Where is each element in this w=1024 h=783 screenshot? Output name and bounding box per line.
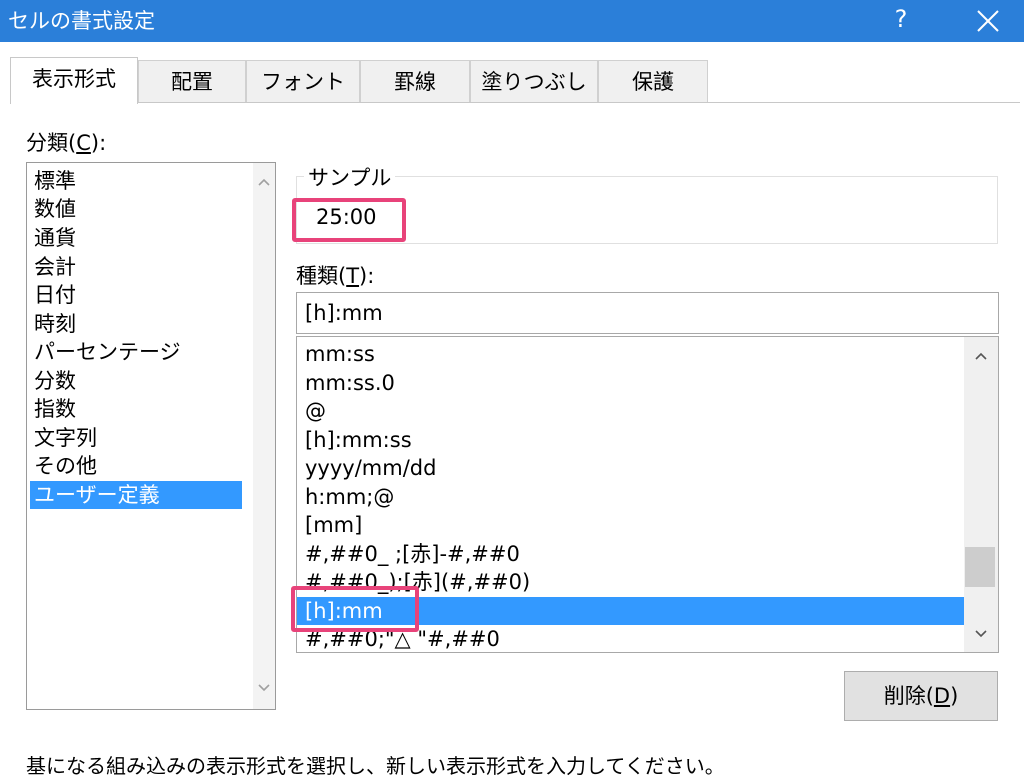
type-item[interactable]: @ (297, 397, 965, 425)
category-item-special[interactable]: その他 (30, 452, 242, 480)
sample-highlight (292, 198, 406, 242)
type-label: 種類(T): (296, 264, 375, 288)
sample-legend: サンプル (304, 162, 396, 192)
close-icon (977, 10, 999, 32)
category-label: 分類(C): (26, 131, 107, 155)
tab-number-format[interactable]: 表示形式 (10, 57, 138, 104)
tab-panel-border (10, 102, 1020, 103)
selected-type-highlight (291, 586, 419, 632)
tab-protection[interactable]: 保護 (598, 60, 708, 102)
category-item-scientific[interactable]: 指数 (30, 395, 242, 423)
chevron-up-icon[interactable] (974, 349, 988, 363)
type-item[interactable]: h:mm;@ (297, 483, 965, 511)
type-item[interactable]: #,##0_ ;[赤]-#,##0 (297, 540, 965, 568)
type-item[interactable]: [mm] (297, 511, 965, 539)
chevron-down-icon[interactable] (974, 627, 988, 641)
title-bar: セルの書式設定 ? (0, 0, 1024, 42)
chevron-down-icon[interactable] (257, 681, 271, 695)
category-item-accounting[interactable]: 会計 (30, 253, 242, 281)
tab-alignment[interactable]: 配置 (138, 60, 246, 102)
category-item-fraction[interactable]: 分数 (30, 367, 242, 395)
category-item-date[interactable]: 日付 (30, 281, 242, 309)
category-list[interactable]: 標準 数値 通貨 会計 日付 時刻 パーセンテージ 分数 指数 文字列 その他 … (26, 162, 276, 710)
help-button[interactable]: ? (884, 0, 918, 42)
category-item-number[interactable]: 数値 (30, 195, 242, 223)
type-item[interactable]: mm:ss (297, 340, 965, 368)
type-item[interactable]: yyyy/mm/dd (297, 454, 965, 482)
category-scrollbar[interactable] (253, 163, 275, 709)
window-title: セルの書式設定 (8, 9, 155, 33)
close-button[interactable] (962, 0, 1012, 42)
category-item-currency[interactable]: 通貨 (30, 224, 242, 252)
type-input[interactable]: [h]:mm (296, 292, 999, 334)
tab-font[interactable]: フォント (246, 60, 360, 102)
footer-description: 基になる組み込みの表示形式を選択し、新しい表示形式を入力してください。 (26, 754, 725, 778)
type-item[interactable]: mm:ss.0 (297, 369, 965, 397)
chevron-up-icon[interactable] (257, 175, 271, 189)
category-item-general[interactable]: 標準 (30, 167, 242, 195)
category-item-time[interactable]: 時刻 (30, 310, 242, 338)
tab-fill[interactable]: 塗りつぶし (470, 60, 598, 102)
type-scrollbar[interactable] (964, 337, 998, 652)
category-item-text[interactable]: 文字列 (30, 424, 242, 452)
scrollbar-thumb[interactable] (965, 547, 995, 587)
type-item[interactable]: [h]:mm:ss (297, 426, 965, 454)
tab-border[interactable]: 罫線 (360, 60, 470, 102)
delete-button[interactable]: 削除(D) (844, 671, 998, 721)
category-item-custom[interactable]: ユーザー定義 (30, 481, 242, 509)
category-item-percentage[interactable]: パーセンテージ (30, 338, 242, 366)
